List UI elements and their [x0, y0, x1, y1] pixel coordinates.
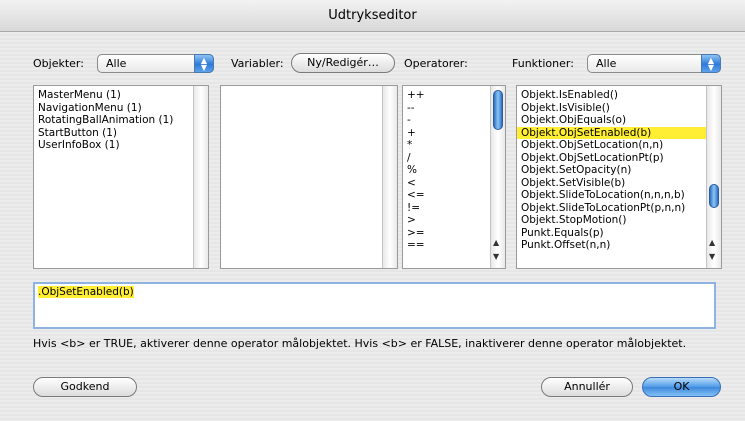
list-item[interactable]: Objekt.SetVisible(b)	[517, 177, 721, 190]
cancel-button[interactable]: Annullér	[541, 377, 633, 397]
list-item[interactable]: Objekt.ObjSetLocationPt(p)	[517, 152, 721, 165]
list-item[interactable]: Objekt.ObjSetLocation(n,n)	[517, 139, 721, 152]
scroll-down-arrow-icon[interactable]: ▼	[709, 252, 715, 261]
variables-label: Variabler:	[231, 57, 284, 70]
list-item[interactable]: Objekt.IsVisible()	[517, 102, 721, 115]
variables-scrollbar[interactable]	[382, 86, 397, 268]
operators-scrollbar[interactable]: ▲ ▼	[490, 86, 505, 268]
objects-list[interactable]: MasterMenu (1) NavigationMenu (1) Rotati…	[33, 85, 209, 269]
list-item[interactable]: Objekt.IsEnabled()	[517, 89, 721, 102]
title-bar: Udtrykseditor	[0, 0, 745, 32]
popup-arrows-icon: ▲ ▼	[194, 54, 214, 73]
objects-popup-value: Alle	[106, 57, 127, 70]
objects-scrollbar[interactable]	[193, 86, 208, 268]
list-item[interactable]: Objekt.ObjEquals(o)	[517, 114, 721, 127]
accept-button[interactable]: Godkend	[33, 377, 137, 397]
functions-popup-value: Alle	[596, 57, 617, 70]
scroll-down-arrow-icon[interactable]: ▼	[493, 252, 499, 261]
expression-text: .ObjSetEnabled(b)	[38, 286, 134, 298]
window-title: Udtrykseditor	[328, 8, 417, 23]
list-item[interactable]: Objekt.SlideToLocation(n,n,n,b)	[517, 189, 721, 202]
list-item[interactable]: NavigationMenu (1)	[34, 102, 208, 115]
scroll-thumb[interactable]	[493, 90, 503, 130]
functions-popup[interactable]: Alle ▲ ▼	[587, 54, 721, 73]
variables-list[interactable]	[220, 85, 398, 269]
function-description: Hvis <b> er TRUE, aktiverer denne operat…	[33, 337, 687, 350]
objects-popup[interactable]: Alle ▲ ▼	[97, 54, 214, 73]
operators-label: Operatorer:	[404, 57, 468, 70]
operators-list[interactable]: ++ -- - + * / % < <= != > >= == ▲ ▼	[402, 85, 506, 269]
list-item[interactable]: Objekt.SlideToLocationPt(p,n,n)	[517, 202, 721, 215]
ok-button[interactable]: OK	[642, 377, 721, 397]
functions-label: Funktioner:	[512, 57, 574, 70]
list-item[interactable]: Punkt.Offset(n,n)	[517, 239, 721, 252]
list-item[interactable]: Objekt.SetOpacity(n)	[517, 164, 721, 177]
functions-list[interactable]: Objekt.IsEnabled() Objekt.IsVisible() Ob…	[516, 85, 722, 269]
popup-arrows-icon: ▲ ▼	[701, 54, 721, 73]
list-item[interactable]: UserInfoBox (1)	[34, 139, 208, 152]
list-item[interactable]: MasterMenu (1)	[34, 89, 208, 102]
objects-label: Objekter:	[33, 57, 84, 70]
scroll-up-arrow-icon[interactable]: ▲	[493, 238, 499, 247]
scroll-up-arrow-icon[interactable]: ▲	[709, 238, 715, 247]
list-item[interactable]: StartButton (1)	[34, 127, 208, 140]
list-item[interactable]: Punkt.Equals(p)	[517, 227, 721, 240]
list-item[interactable]: RotatingBallAnimation (1)	[34, 114, 208, 127]
list-item[interactable]: Objekt.StopMotion()	[517, 214, 721, 227]
functions-scrollbar[interactable]: ▲ ▼	[706, 86, 721, 268]
scroll-thumb[interactable]	[709, 184, 719, 208]
expression-field[interactable]: .ObjSetEnabled(b)	[33, 282, 716, 329]
dialog-body: Objekter: Alle ▲ ▼ Variabler: Ny/Redigér……	[0, 32, 745, 421]
list-item-selected[interactable]: Objekt.ObjSetEnabled(b)	[517, 126, 721, 139]
new-edit-variable-button[interactable]: Ny/Redigér…	[291, 53, 395, 73]
